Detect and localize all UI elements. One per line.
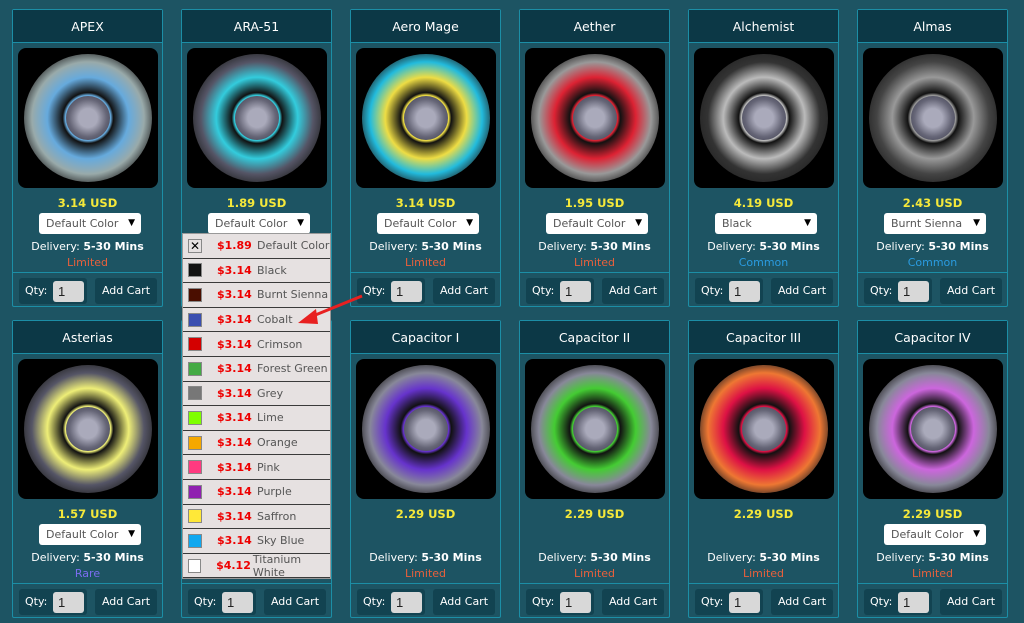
red-arrow-annotation (298, 294, 363, 324)
